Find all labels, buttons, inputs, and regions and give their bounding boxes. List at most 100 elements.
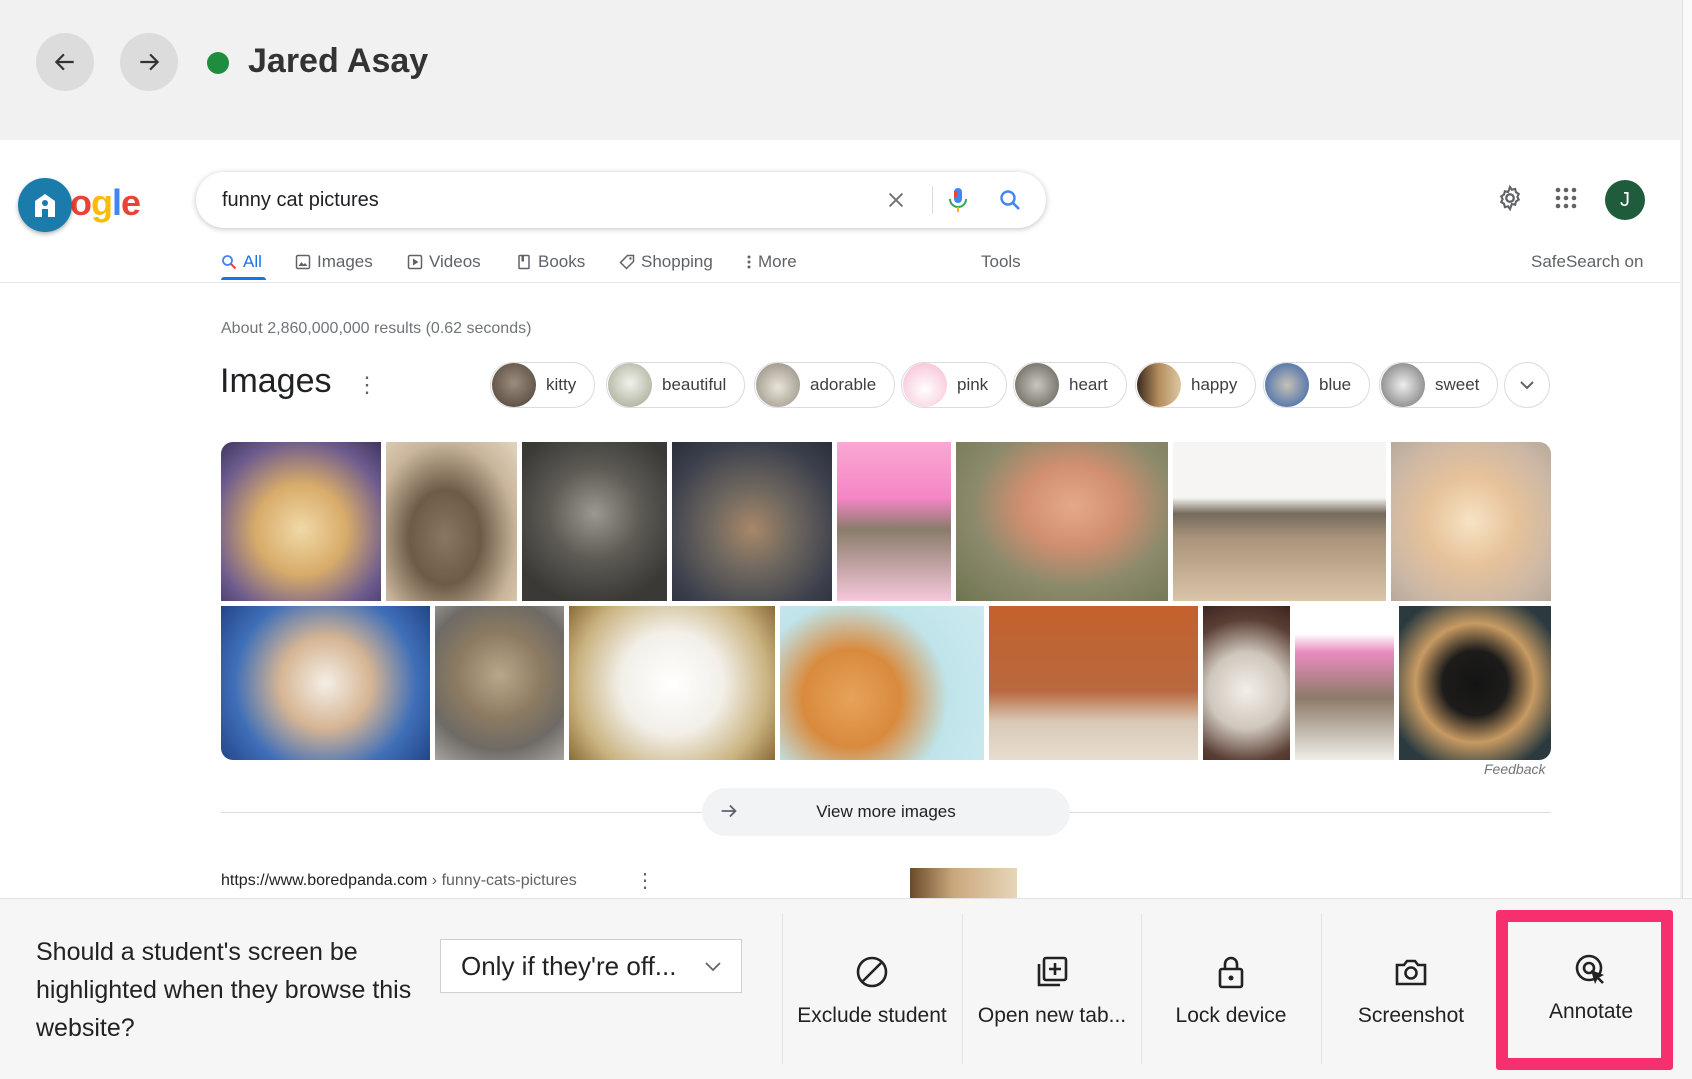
forward-button[interactable] (120, 33, 178, 91)
highlight-dropdown[interactable]: Only if they're off... (440, 939, 742, 993)
action-label: Lock device (1175, 1004, 1287, 1027)
image-result[interactable] (522, 442, 667, 601)
student-name: Jared Asay (248, 42, 429, 80)
arrow-right-icon (721, 804, 737, 818)
clear-icon[interactable] (882, 186, 910, 214)
play-icon (407, 254, 423, 270)
view-more-images-button[interactable]: View more images (702, 788, 1070, 836)
arrow-left-icon (54, 53, 74, 71)
result-domain: https://www.boredpanda.com (221, 872, 428, 889)
online-status-dot (207, 52, 229, 74)
tab-all[interactable]: All (221, 252, 262, 272)
microphone-icon[interactable] (944, 186, 972, 214)
search-icon[interactable] (996, 186, 1024, 214)
tab-shopping[interactable]: Shopping (619, 252, 713, 272)
image-result[interactable] (221, 442, 381, 601)
image-result[interactable] (435, 606, 564, 760)
chip-thumbnail (903, 363, 947, 407)
controls-panel: Should a student's screen be highlighted… (0, 898, 1692, 1079)
camera-icon (1393, 954, 1429, 990)
chip-adorable[interactable]: adorable (754, 362, 896, 408)
tab-label: All (243, 252, 262, 271)
exclude-student-button[interactable]: Exclude student (782, 914, 961, 1064)
chip-label: kitty (546, 375, 577, 394)
image-result[interactable] (837, 442, 951, 601)
lock-device-button[interactable]: Lock device (1141, 914, 1320, 1064)
image-result[interactable] (956, 442, 1168, 601)
annotate-highlight-box (1496, 910, 1673, 1070)
student-screen-viewport: ogle funny cat pictures J All Images Vid… (0, 140, 1680, 898)
settings-gear-icon[interactable] (1494, 182, 1526, 214)
tab-label: Videos (429, 252, 481, 271)
tab-label: More (758, 252, 797, 271)
chip-blue[interactable]: blue (1263, 362, 1371, 408)
search-box[interactable]: funny cat pictures (196, 172, 1046, 228)
chip-sweet[interactable]: sweet (1379, 362, 1499, 408)
chip-thumbnail (1015, 363, 1059, 407)
safesearch-label: SafeSearch on (1531, 252, 1644, 271)
add-tab-icon (1034, 954, 1070, 990)
back-button[interactable] (36, 33, 94, 91)
view-more-label: View more images (816, 802, 956, 821)
chip-thumbnail (1137, 363, 1181, 407)
search-input[interactable]: funny cat pictures (222, 189, 379, 212)
image-result[interactable] (780, 606, 984, 760)
image-result[interactable] (672, 442, 832, 601)
action-label: Screenshot (1357, 1004, 1465, 1027)
more-vert-icon (747, 255, 751, 269)
apps-grid-icon[interactable] (1550, 182, 1582, 214)
image-result[interactable] (569, 606, 775, 760)
tab-label: Shopping (641, 252, 713, 271)
chip-label: adorable (810, 375, 877, 394)
images-more-icon[interactable]: ⋮ (356, 372, 378, 398)
search-tabs: All Images Videos Books Shopping More To… (0, 238, 1680, 283)
chip-label: happy (1191, 375, 1238, 394)
tab-images[interactable]: Images (295, 252, 373, 272)
chip-beautiful[interactable]: beautiful (606, 362, 746, 408)
screenshot-button[interactable]: Screenshot (1321, 914, 1500, 1064)
chip-label: sweet (1435, 375, 1480, 394)
chip-thumbnail (1265, 363, 1309, 407)
safesearch-button[interactable]: SafeSearch on (1531, 252, 1643, 272)
tab-label: Images (317, 252, 373, 271)
image-result[interactable] (989, 606, 1198, 760)
result-thumbnail[interactable] (910, 868, 1017, 898)
search-divider (932, 186, 933, 214)
lock-icon (1213, 954, 1249, 990)
image-result[interactable] (386, 442, 517, 601)
tab-books[interactable]: Books (516, 252, 585, 272)
chip-happy[interactable]: happy (1135, 362, 1257, 408)
chip-kitty[interactable]: kitty (490, 362, 596, 408)
arrow-right-icon (140, 53, 160, 71)
image-icon (295, 254, 311, 270)
image-result[interactable] (1173, 442, 1386, 601)
active-tab-indicator (221, 277, 266, 280)
image-results-grid (221, 442, 1551, 760)
image-result[interactable] (1399, 606, 1551, 760)
tab-more[interactable]: More (746, 252, 797, 272)
image-result[interactable] (1295, 606, 1394, 760)
chip-pink[interactable]: pink (901, 362, 1008, 408)
chip-label: pink (957, 375, 989, 394)
image-result[interactable] (221, 606, 430, 760)
account-avatar[interactable]: J (1605, 180, 1645, 220)
image-result[interactable] (1391, 442, 1551, 601)
tab-label: Books (538, 252, 586, 271)
chevron-down-icon (705, 962, 721, 972)
result-stats: About 2,860,000,000 results (0.62 second… (221, 320, 532, 337)
top-bar: Jared Asay (0, 0, 1692, 140)
tag-icon (619, 254, 635, 270)
extension-badge-icon[interactable] (18, 178, 72, 232)
chip-heart[interactable]: heart (1013, 362, 1127, 408)
image-result[interactable] (1203, 606, 1290, 760)
book-icon (518, 254, 530, 270)
result-url[interactable]: https://www.boredpanda.com › funny-cats-… (221, 872, 577, 890)
open-new-tab-button[interactable]: Open new tab... (962, 914, 1141, 1064)
result-more-icon[interactable]: ⋮ (635, 868, 655, 893)
tab-videos[interactable]: Videos (407, 252, 481, 272)
tools-label: Tools (981, 252, 1021, 271)
action-label: Open new tab... (977, 1004, 1127, 1027)
tools-button[interactable]: Tools (981, 252, 1021, 272)
chips-expand-button[interactable] (1504, 362, 1550, 408)
feedback-link[interactable]: Feedback (1484, 761, 1545, 777)
